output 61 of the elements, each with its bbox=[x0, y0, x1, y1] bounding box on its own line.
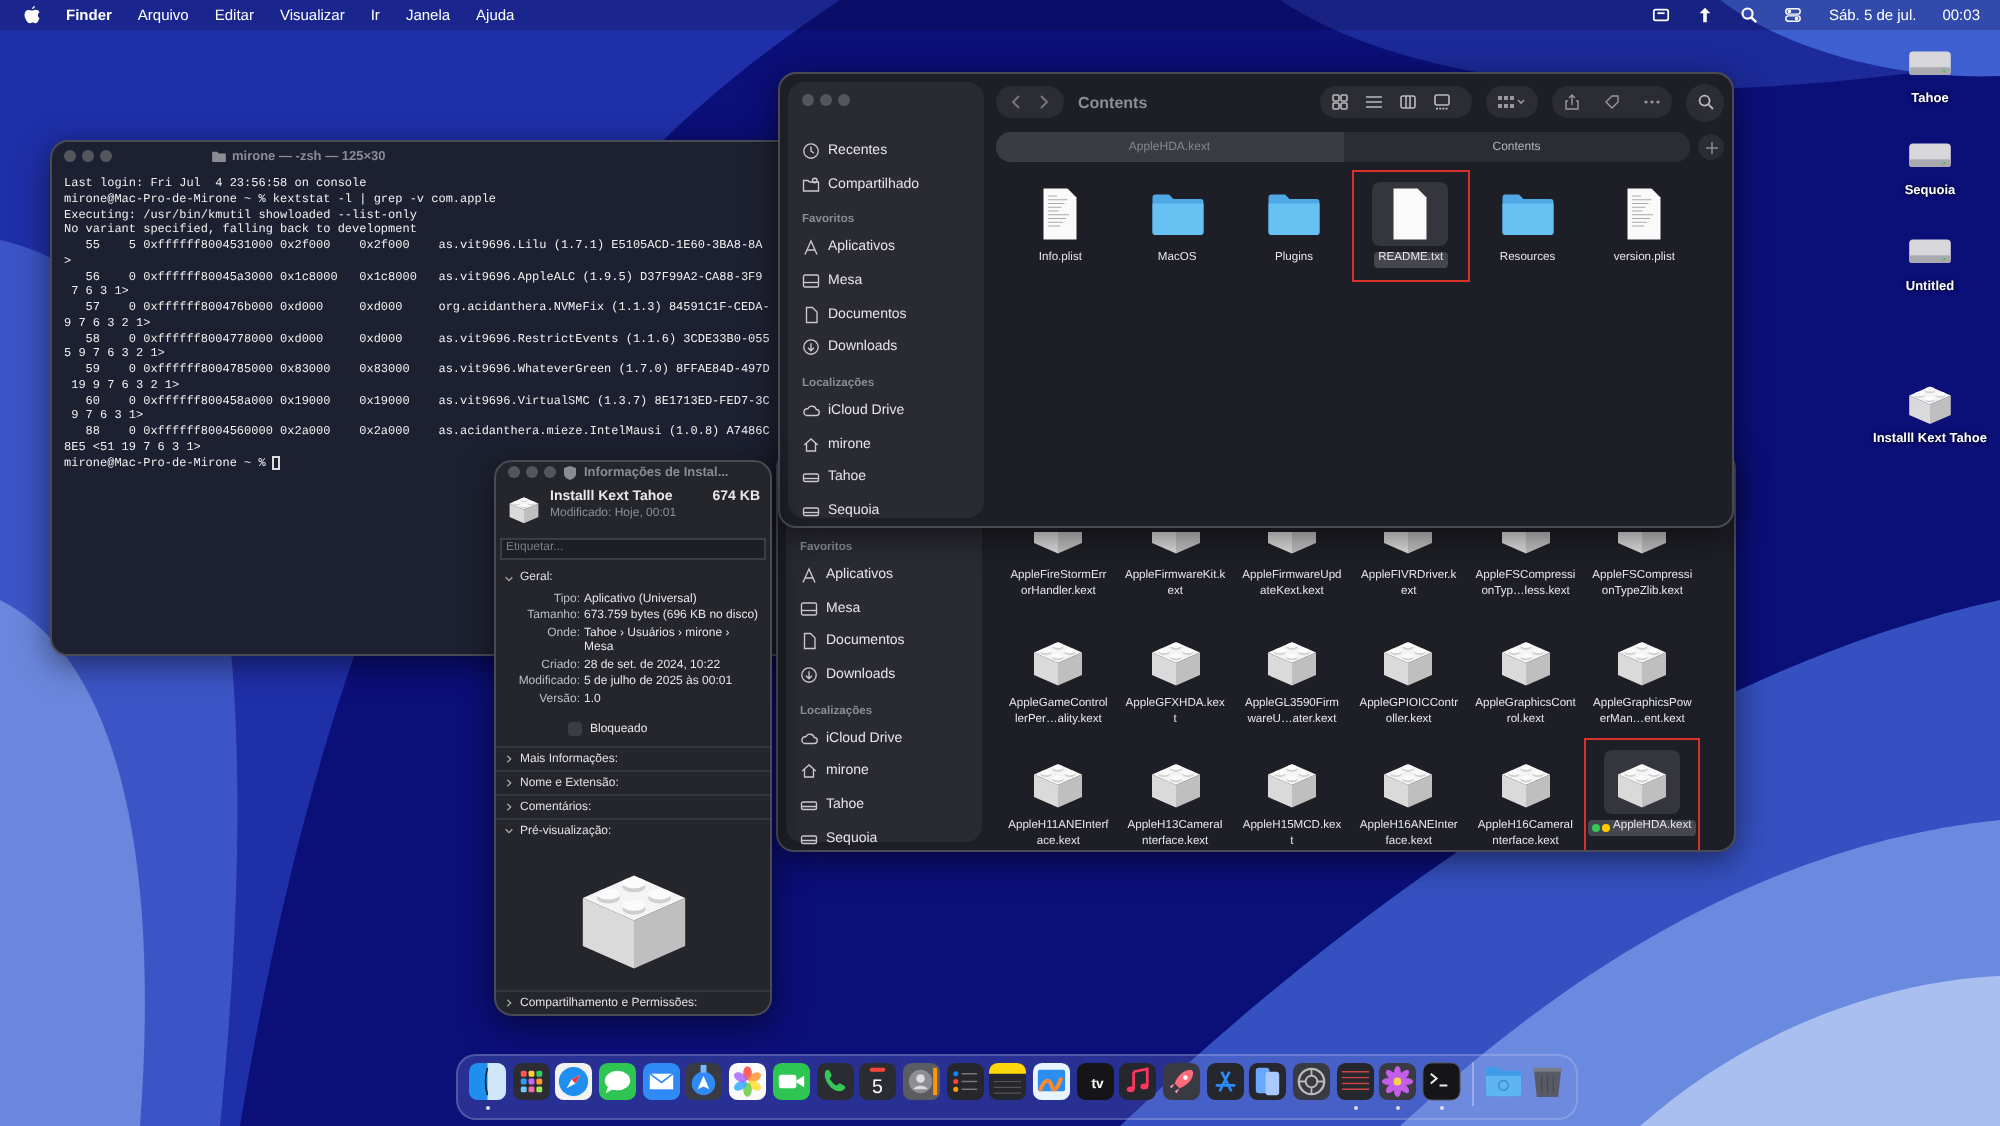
action-buttons[interactable] bbox=[1552, 86, 1672, 118]
home-icon bbox=[800, 762, 818, 781]
drive-icon bbox=[802, 468, 820, 487]
tag-icon bbox=[1604, 94, 1620, 110]
search-button[interactable] bbox=[1686, 83, 1724, 121]
display-icon[interactable] bbox=[1652, 6, 1671, 24]
chevron-icon bbox=[504, 573, 514, 583]
chat-bubble-icon[interactable] bbox=[598, 1062, 638, 1101]
settings-icon[interactable] bbox=[1292, 1062, 1332, 1101]
notepad-icon[interactable] bbox=[988, 1062, 1028, 1101]
group-button[interactable] bbox=[1486, 86, 1538, 118]
download-icon bbox=[800, 665, 818, 684]
chevron-icon bbox=[504, 778, 514, 788]
column-view-icon bbox=[1400, 94, 1416, 110]
control-center-icon[interactable] bbox=[1784, 6, 1803, 24]
search-icon bbox=[1697, 94, 1713, 110]
compass-icon[interactable] bbox=[554, 1062, 594, 1101]
navigation-buttons[interactable] bbox=[996, 86, 1064, 118]
plus-icon bbox=[1705, 141, 1717, 153]
download-icon bbox=[802, 338, 820, 357]
window-title: Contents bbox=[1078, 93, 1148, 111]
checkbox[interactable] bbox=[568, 722, 582, 736]
document-icon bbox=[802, 305, 820, 324]
home-icon bbox=[802, 435, 820, 454]
forward-icon bbox=[1036, 94, 1052, 110]
phones-icon[interactable] bbox=[1248, 1062, 1288, 1101]
chevron-icon bbox=[504, 998, 514, 1008]
document-icon bbox=[800, 632, 818, 651]
cloud-icon bbox=[802, 401, 820, 420]
gallery-view-icon bbox=[1434, 94, 1450, 110]
apps-icon bbox=[802, 238, 820, 257]
calendar-icon[interactable]: 5 bbox=[858, 1062, 898, 1101]
location-icon[interactable] bbox=[684, 1062, 724, 1101]
shared-folder-icon bbox=[802, 175, 820, 194]
desktop-icon bbox=[800, 599, 818, 618]
new-tab-button[interactable] bbox=[1698, 134, 1724, 160]
drive-icon bbox=[800, 829, 818, 848]
list-view-icon bbox=[1366, 94, 1382, 110]
cloud-icon bbox=[800, 729, 818, 748]
terminal-icon[interactable] bbox=[1422, 1062, 1462, 1101]
chevron-icon bbox=[504, 802, 514, 812]
back-icon bbox=[1008, 94, 1024, 110]
view-buttons[interactable] bbox=[1320, 86, 1472, 118]
clock-icon bbox=[802, 141, 820, 160]
icon-view-icon bbox=[1332, 94, 1348, 110]
daisy-icon[interactable] bbox=[1378, 1062, 1418, 1101]
share-icon bbox=[1564, 94, 1580, 110]
apple-logo-icon[interactable] bbox=[24, 6, 40, 24]
trash-icon[interactable] bbox=[1527, 1062, 1567, 1101]
desktop-icon bbox=[802, 271, 820, 290]
chevron-icon bbox=[504, 754, 514, 764]
flower-icon[interactable] bbox=[728, 1062, 768, 1101]
drive-icon bbox=[800, 795, 818, 814]
chevron-icon bbox=[504, 826, 514, 836]
folder-icon bbox=[212, 150, 226, 162]
music-note-icon[interactable] bbox=[1118, 1062, 1158, 1101]
search-icon[interactable] bbox=[1740, 6, 1759, 24]
grid-caret-icon bbox=[1498, 94, 1526, 110]
drive-icon bbox=[802, 502, 820, 521]
apps-icon bbox=[800, 565, 818, 584]
shield-icon bbox=[564, 465, 576, 480]
